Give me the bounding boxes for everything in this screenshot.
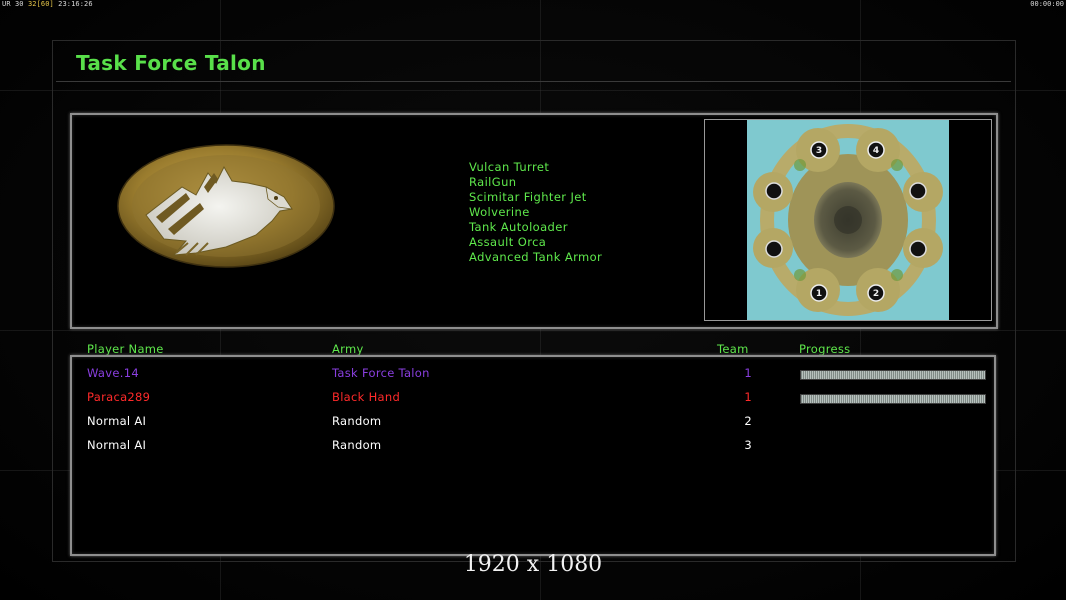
load-progress-bar [800, 370, 986, 380]
hud-bracket: [60] [36, 0, 54, 8]
map-slot-label: 3 [816, 146, 822, 156]
player-team: 1 [744, 390, 752, 404]
player-name: Normal AI [87, 414, 147, 428]
army-bonus-list: Vulcan Turret RailGun Scimitar Fighter J… [469, 160, 602, 265]
player-team: 2 [744, 414, 752, 428]
hud-fps: 30 [14, 0, 24, 8]
map-slot-label: 2 [873, 289, 879, 299]
hud-prefix: UR [2, 0, 11, 8]
player-row: Paraca289 Black Hand 1 [0, 390, 1066, 410]
column-header-player: Player Name [87, 342, 164, 356]
hud-clock: 23:16:26 [58, 0, 93, 8]
resolution-label: 1920 x 1080 [463, 552, 603, 577]
player-row: Wave.14 Task Force Talon 1 [0, 366, 1066, 386]
player-row: Normal AI Random 3 [0, 438, 1066, 458]
column-header-army: Army [332, 342, 364, 356]
bonus-item: Wolverine [469, 205, 530, 219]
player-name: Paraca289 [87, 390, 151, 404]
bonus-item: Scimitar Fighter Jet [469, 190, 587, 204]
column-header-progress: Progress [799, 342, 851, 356]
hud-stats: UR 30 32[60] 23:16:26 [2, 0, 93, 8]
map-slot-label: 4 [873, 146, 879, 156]
map-preview: 3 4 1 2 [704, 119, 992, 321]
bonus-item: Assault Orca [469, 235, 547, 249]
gdi-eagle-emblem-icon [116, 143, 336, 273]
bonus-item: Vulcan Turret [469, 160, 550, 174]
player-army: Black Hand [332, 390, 401, 404]
player-army: Random [332, 414, 382, 428]
player-team: 3 [744, 438, 752, 452]
hud-timer: 00:00:00 [1030, 0, 1064, 8]
player-name: Normal AI [87, 438, 147, 452]
bonus-item: Advanced Tank Armor [469, 250, 603, 264]
hud-frame: 32 [27, 0, 37, 8]
map-slot-label: 1 [816, 289, 822, 299]
player-army: Random [332, 438, 382, 452]
page-title: Task Force Talon [76, 51, 266, 75]
column-header-team: Team [717, 342, 749, 356]
player-row: Normal AI Random 2 [0, 414, 1066, 434]
load-progress-fill [801, 395, 985, 403]
bonus-item: RailGun [469, 175, 517, 189]
load-progress-bar [800, 394, 986, 404]
title-divider [56, 81, 1011, 82]
player-name: Wave.14 [87, 366, 139, 380]
load-progress-fill [801, 371, 985, 379]
player-army: Task Force Talon [332, 366, 430, 380]
player-team: 1 [744, 366, 752, 380]
bonus-item: Tank Autoloader [469, 220, 568, 234]
loading-screen: UR 30 32[60] 23:16:26 00:00:00 Task Forc… [0, 0, 1066, 600]
